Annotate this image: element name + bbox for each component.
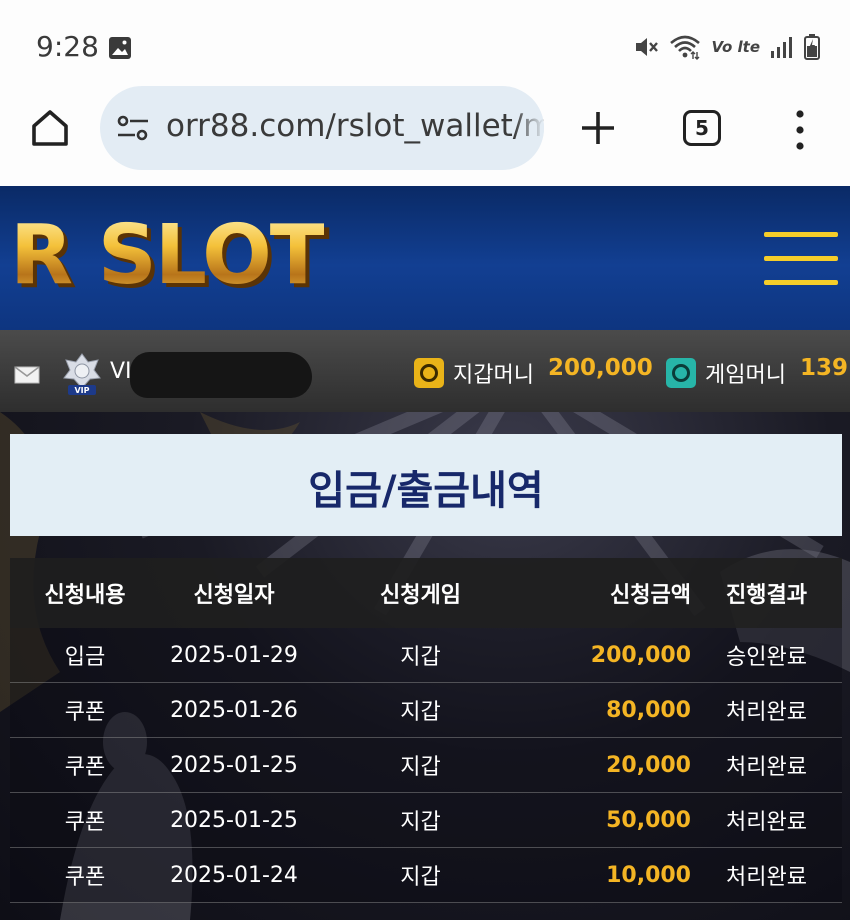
cell-type: 쿠폰 [64,755,106,780]
more-vert-icon[interactable] [790,108,810,152]
cell-result: 처리완료 [726,755,807,780]
cell-result: 승인완료 [726,645,807,670]
wifi-icon [670,35,701,60]
table-row: 쿠폰 2025-01-25 지갑 20,000 처리완료 [10,738,842,793]
game-money-value: 139 [800,355,849,381]
cell-game: 지갑 [400,645,441,670]
table-row: 입금 2025-01-29 지갑 200,000 승인완료 [10,628,842,683]
lte-indicator: Vo lte [711,38,760,56]
page-title: 입금/출금내역 [308,468,544,514]
cell-type: 쿠폰 [64,700,106,725]
redacted-username [130,352,312,398]
tab-count-button[interactable]: 5 [683,110,721,146]
wallet-money-value: 200,000 [548,355,653,381]
header-game: 신청게임 [380,583,461,608]
cell-date: 2025-01-24 [170,862,298,888]
table-row: 쿠폰 2025-01-24 지갑 10,000 처리완료 [10,848,842,903]
history-table: 신청내용 신청일자 신청게임 신청금액 진행결과 입금 2025-01-29 지… [10,558,842,903]
hamburger-menu-icon[interactable] [764,232,838,286]
cell-result: 처리완료 [726,865,807,890]
cell-date: 2025-01-29 [170,642,298,668]
cell-game: 지갑 [400,810,441,835]
browser-toolbar: orr88.com/rslot_wallet/m 5 [0,82,850,186]
cell-date: 2025-01-25 [170,752,298,778]
cell-game: 지갑 [400,755,441,780]
wallet-money-label: 지갑머니 [453,363,534,388]
site-header: R SLOT R SLOT [0,186,850,330]
cell-date: 2025-01-26 [170,697,298,723]
signal-icon [771,37,792,58]
table-row: 쿠폰 2025-01-25 지갑 50,000 처리완료 [10,793,842,848]
cell-game: 지갑 [400,865,441,890]
cell-amount: 20,000 [606,752,691,778]
cell-amount: 200,000 [590,642,691,668]
cell-game: 지갑 [400,700,441,725]
mail-icon[interactable] [14,366,40,384]
cell-amount: 50,000 [606,807,691,833]
cell-type: 입금 [64,645,106,670]
vip-badge-icon: VIP [63,353,101,395]
content-area: 입금/출금내역 신청내용 신청일자 신청게임 신청금액 진행결과 입금 2025… [0,412,850,920]
user-info-bar: VIP VI 지갑머니 200,000 게임머니 139 [0,330,850,412]
cell-result: 처리완료 [726,810,807,835]
site-logo[interactable]: R SLOT [10,208,326,303]
cell-type: 쿠폰 [64,865,106,890]
status-time: 9:28 [36,30,99,63]
mute-icon [636,38,659,56]
header-date: 신청일자 [193,583,275,608]
game-money-label: 게임머니 [705,363,786,388]
table-row: 쿠폰 2025-01-26 지갑 80,000 처리완료 [10,683,842,738]
cell-amount: 10,000 [606,862,691,888]
page-title-banner: 입금/출금내역 [10,434,842,536]
address-bar[interactable]: orr88.com/rslot_wallet/m [100,86,544,170]
cell-date: 2025-01-25 [170,807,298,833]
cell-amount: 80,000 [606,697,691,723]
home-icon[interactable] [28,106,72,150]
cell-result: 처리완료 [726,700,807,725]
battery-icon [804,34,820,60]
cell-type: 쿠폰 [64,810,106,835]
header-type: 신청내용 [44,583,126,608]
header-amount: 신청금액 [610,583,691,608]
username-prefix: VI [110,359,132,384]
status-bar: 9:28 Vo lte [0,0,850,92]
url-fade [514,86,544,170]
header-result: 진행결과 [726,583,807,608]
svg-text:VIP: VIP [74,386,89,395]
url-text[interactable]: orr88.com/rslot_wallet/m [166,108,544,144]
wallet-safe-icon [414,358,444,388]
plus-icon[interactable] [580,110,616,146]
game-safe-icon [666,358,696,388]
table-header: 신청내용 신청일자 신청게임 신청금액 진행결과 [10,558,842,628]
image-icon [109,37,131,59]
tune-icon[interactable] [116,114,150,142]
